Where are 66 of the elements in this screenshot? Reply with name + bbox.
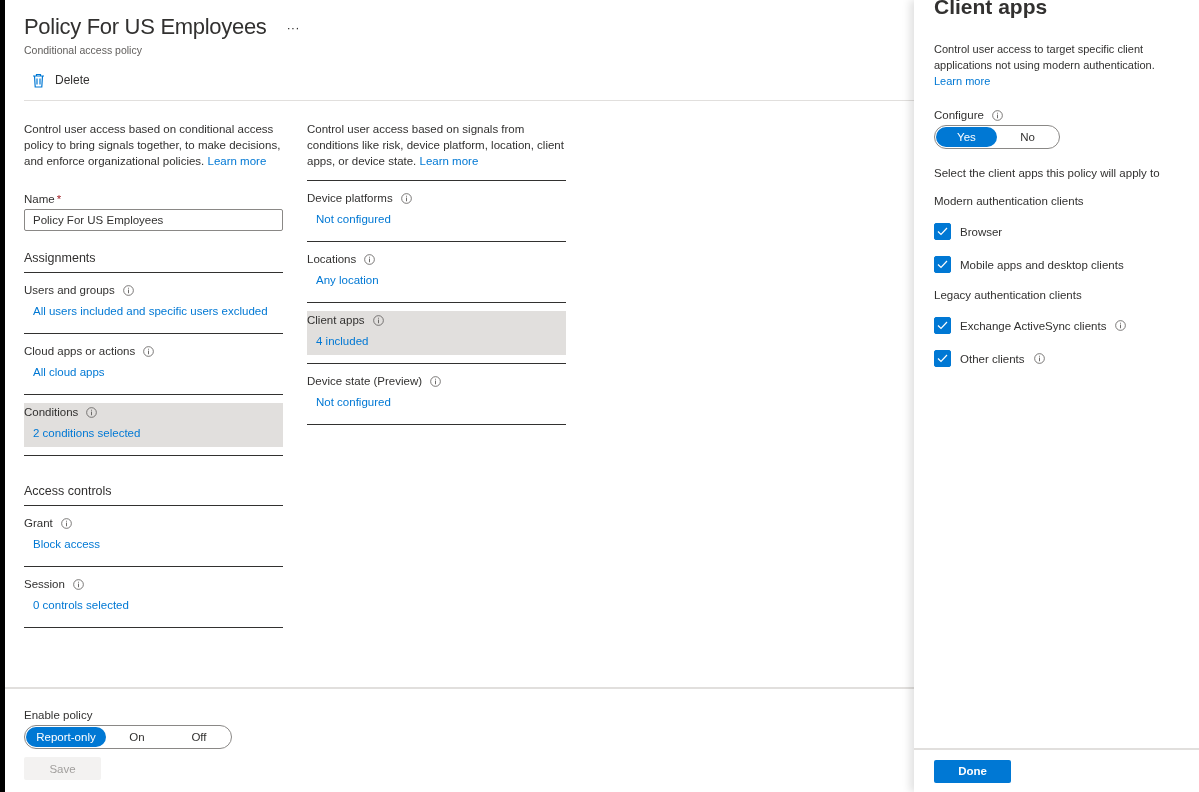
info-icon xyxy=(60,517,72,529)
more-button[interactable]: ··· xyxy=(286,19,300,35)
checkbox[interactable] xyxy=(934,223,951,240)
row-value-link[interactable]: 2 conditions selected xyxy=(24,427,283,439)
prompt-text: Select the client apps this policy will apply to xyxy=(934,167,1161,179)
info-icon xyxy=(1115,320,1127,331)
delete-button[interactable]: Delete xyxy=(24,72,90,88)
group-heading: Legacy authentication clients xyxy=(934,289,1083,301)
trash-icon xyxy=(32,72,45,88)
configure-label: Configure xyxy=(934,109,984,121)
checkbox-label: Other clients xyxy=(960,352,1025,365)
row-value-link[interactable]: Not configured xyxy=(307,396,566,408)
info-icon xyxy=(143,345,155,357)
toggle-option[interactable]: Yes xyxy=(936,127,997,147)
toggle-option[interactable]: Report-only xyxy=(26,727,106,747)
name-label: Name xyxy=(24,193,55,205)
row-label: Users and groups xyxy=(24,284,115,296)
row-label: Device state (Preview) xyxy=(307,375,423,387)
group-heading: Modern authentication clients xyxy=(934,195,1085,207)
row-value-link[interactable]: Any location xyxy=(307,274,566,286)
check-icon xyxy=(937,321,948,330)
toggle-option[interactable]: No xyxy=(997,127,1058,147)
check-icon xyxy=(937,227,948,236)
info-icon xyxy=(72,578,84,590)
checkbox-label: Browser xyxy=(960,225,1003,238)
panel-description: Control user access to target specific client applications not using modern authentication. Learn more xyxy=(934,42,1156,89)
learn-more-link[interactable]: Learn more xyxy=(207,155,267,167)
intro-text: Control user access based on conditional access policy to bring signals together, to make decisions, and enforce organizational policies. Learn more xyxy=(24,122,282,169)
enable-policy-label: Enable policy xyxy=(24,709,94,721)
info-icon xyxy=(122,284,134,296)
info-icon xyxy=(991,109,1003,121)
row-label: Locations xyxy=(307,253,357,265)
page-subtitle: Conditional access policy xyxy=(24,44,143,56)
row-value-link[interactable]: 0 controls selected xyxy=(24,599,283,611)
done-button[interactable]: Done xyxy=(934,759,1011,783)
row-label: Cloud apps or actions xyxy=(24,345,136,357)
row-value-link[interactable]: 4 included xyxy=(307,335,566,347)
row-value-link[interactable]: Block access xyxy=(24,538,283,550)
learn-more-link[interactable]: Learn more xyxy=(934,75,991,87)
toggle-option[interactable]: Off xyxy=(168,727,230,747)
row-value-link[interactable]: All users included and specific users excluded xyxy=(24,305,283,317)
row-label: Conditions xyxy=(24,406,79,418)
name-input[interactable]: Policy For US Employees xyxy=(24,209,283,231)
learn-more-link[interactable]: Learn more xyxy=(419,155,479,167)
info-icon xyxy=(86,406,98,418)
required-mark: * xyxy=(56,193,62,205)
check-icon xyxy=(937,260,948,269)
checkbox[interactable] xyxy=(934,317,951,334)
checkbox-label: Exchange ActiveSync clients xyxy=(960,319,1107,332)
info-icon xyxy=(372,314,384,326)
row-label: Grant xyxy=(24,517,53,529)
checkbox[interactable] xyxy=(934,350,951,367)
row-value-link[interactable]: Not configured xyxy=(307,213,566,225)
row-label: Client apps xyxy=(307,314,365,326)
row-value-link[interactable]: All cloud apps xyxy=(24,366,283,378)
toggle-option[interactable]: On xyxy=(106,727,168,747)
checkbox[interactable] xyxy=(934,256,951,273)
info-icon xyxy=(400,192,412,204)
row-label: Session xyxy=(24,578,65,590)
page-title: Policy For US Employees xyxy=(24,14,267,40)
info-icon xyxy=(364,253,376,265)
row-label: Device platforms xyxy=(307,192,393,204)
info-icon xyxy=(1033,353,1045,364)
check-icon xyxy=(937,354,948,363)
checkbox-label: Mobile apps and desktop clients xyxy=(960,258,1124,271)
info-icon xyxy=(430,375,442,387)
